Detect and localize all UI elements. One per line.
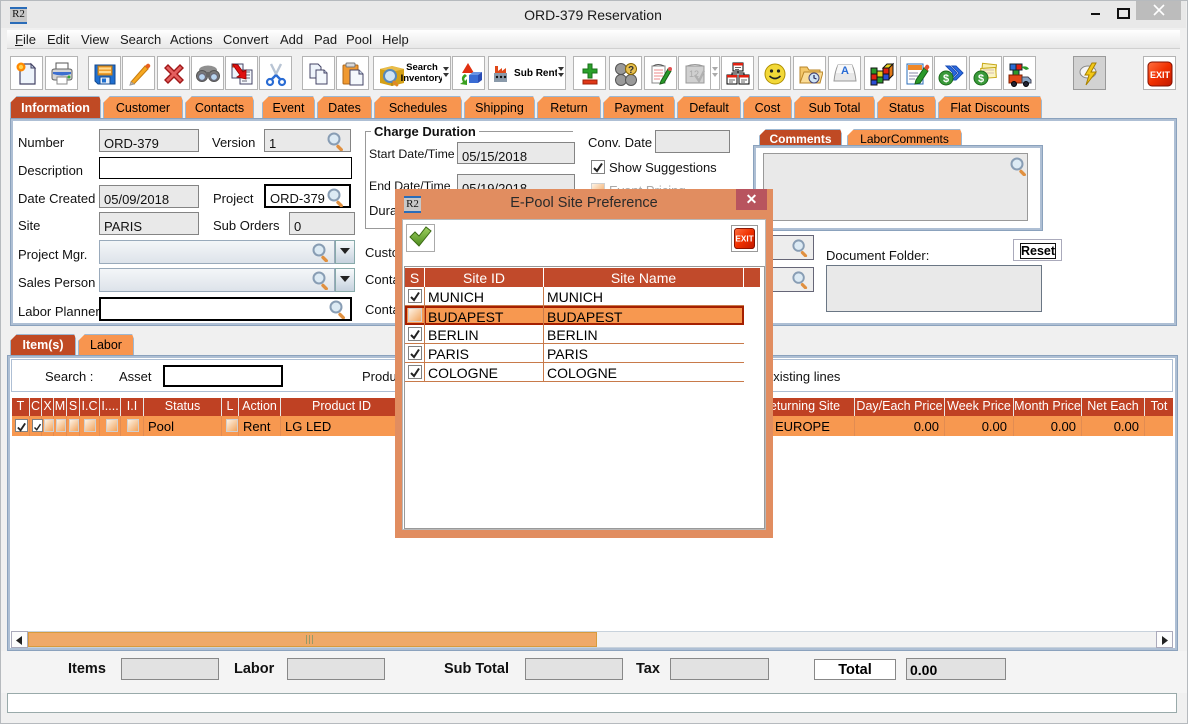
svg-text:A: A — [841, 65, 849, 77]
svg-text:$: $ — [943, 73, 949, 85]
svg-text:EXIT: EXIT — [735, 235, 753, 244]
svg-text:EXIT: EXIT — [1150, 70, 1171, 80]
svg-text:$: $ — [978, 73, 984, 85]
svg-text:?: ? — [628, 65, 634, 76]
